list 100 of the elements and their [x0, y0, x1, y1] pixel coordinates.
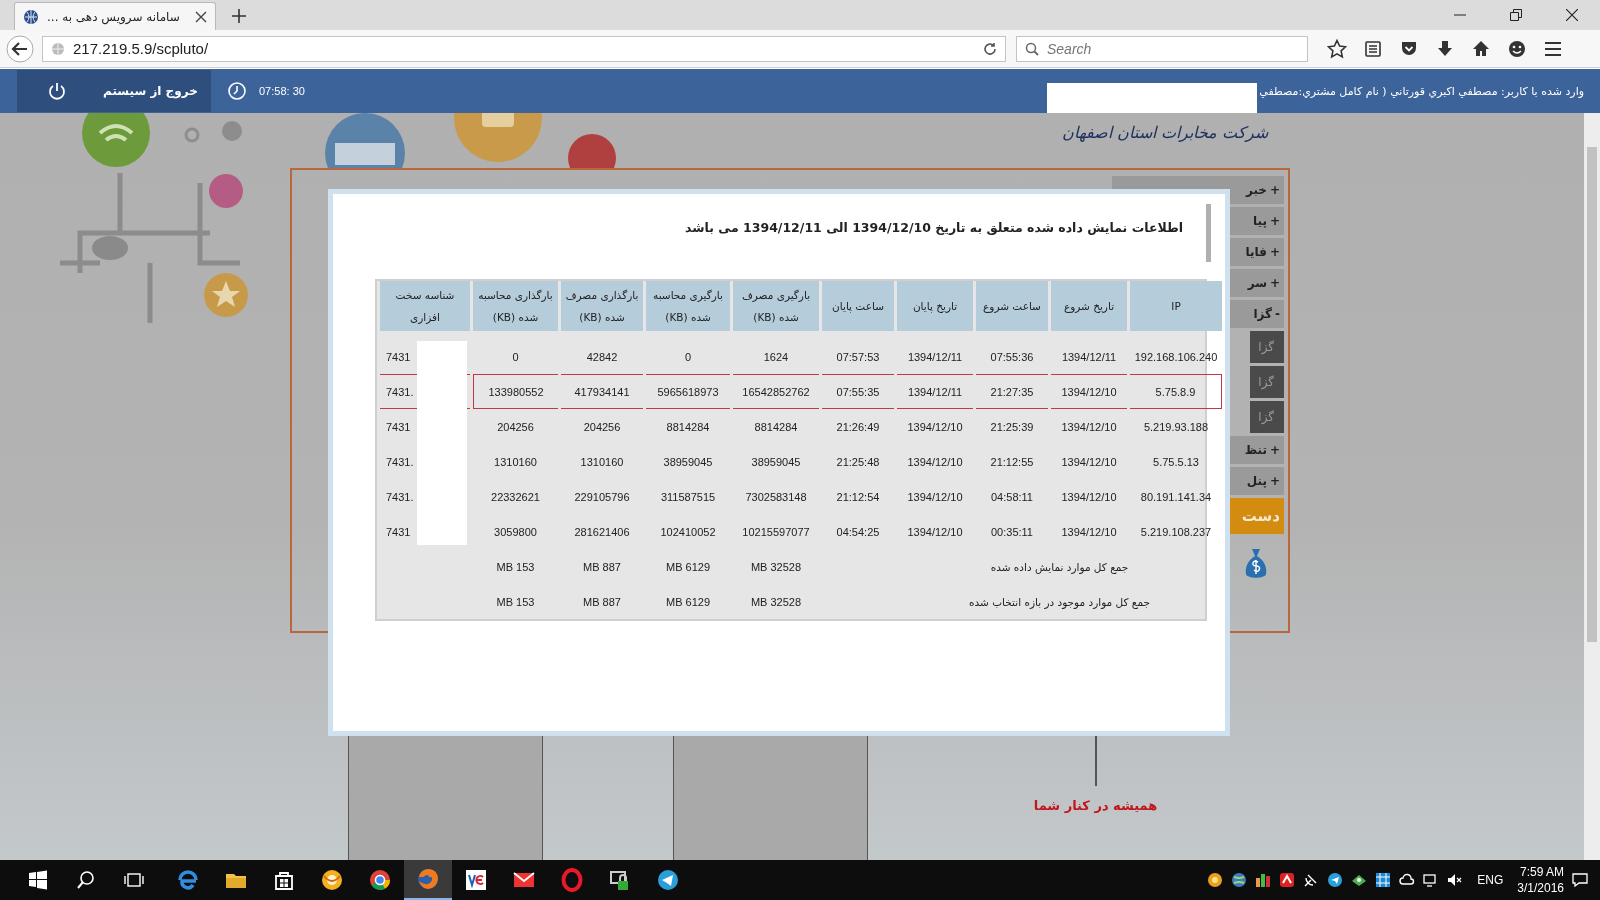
table-cell-text: 21:25:48 [835, 454, 881, 470]
badge-icon[interactable] [1279, 872, 1296, 888]
orb-icon [320, 868, 344, 892]
clock-time: 07:58: 30 [259, 85, 305, 97]
column-header[interactable]: ساعت شروع [976, 281, 1048, 331]
expand-sign[interactable]: + [1269, 214, 1280, 228]
ring-icon [560, 868, 584, 892]
column-header[interactable]: بارگیری محاسبه شده (KB) [646, 281, 730, 331]
table-cell: 417934141 [561, 374, 643, 409]
table-cell-text: 22332621 [490, 489, 541, 505]
table-cell-text: 1394/12/10 [906, 489, 964, 505]
orb-icon[interactable] [1207, 872, 1224, 888]
table-cell-text: 7431 [385, 349, 412, 365]
table-cell-text: 102410052 [659, 524, 717, 540]
globe-icon[interactable] [1231, 872, 1248, 888]
back-button[interactable] [6, 34, 34, 63]
scrollbar-thumb[interactable] [1206, 204, 1211, 262]
column-header[interactable]: ساعت پایان [822, 281, 894, 331]
table-cell-text: 1394/12/10 [906, 524, 964, 540]
table-cell-text: 1394/12/10 [906, 454, 964, 470]
column-header[interactable]: IP [1130, 281, 1222, 331]
menu-label: گزا [1253, 307, 1272, 321]
tab-title: سامانه سرویس دهی به ... [47, 9, 181, 24]
expand-sign[interactable]: + [1269, 183, 1280, 197]
total-label: جمع کل موارد نمایش داده شده [989, 559, 1130, 576]
table-cell: 16542852762 [733, 374, 819, 409]
search-field[interactable]: Search [1016, 35, 1308, 62]
table-cell-text: 7431 [385, 419, 412, 435]
table-cell: 21:27:35 [976, 374, 1048, 409]
table-cell-text: 38959045 [662, 454, 714, 470]
notification-icon[interactable] [1572, 872, 1588, 888]
close-icon[interactable] [195, 10, 207, 23]
table-cell-text: 1394/12/11 [906, 349, 964, 365]
total-value: MB 153 [495, 559, 536, 575]
table-cell-text: 07:57:53 [835, 349, 881, 365]
table-cell-text: 10215597077 [741, 524, 811, 540]
expand-sign[interactable]: + [1269, 443, 1280, 457]
menu-label: فایا [1245, 245, 1267, 259]
scrollbar-thumb[interactable] [1587, 147, 1597, 642]
table-cell-text: 21:26:49 [835, 419, 881, 435]
address-field[interactable]: 217.219.5.9/scpluto/ [42, 35, 1006, 62]
table-cell-text: 229105796 [573, 489, 631, 505]
column-header[interactable]: بارگذاری مصرف شده (KB) [561, 281, 643, 331]
total-label: جمع کل موارد موجود در بازه انتخاب شده [968, 594, 1151, 611]
home-icon[interactable] [1471, 38, 1491, 59]
clock-icon [227, 81, 247, 101]
menu-label: خبر [1245, 183, 1267, 197]
table-cell-text: 8814284 [665, 419, 711, 435]
table-cell-text: 0 [683, 349, 693, 365]
restore-icon[interactable] [1510, 9, 1522, 21]
search-icon[interactable] [76, 870, 96, 890]
table-cell: 133980552 [473, 374, 558, 409]
table-cell: 1394/12/11 [897, 374, 973, 409]
table-cell-text: 1394/12/10 [1060, 454, 1118, 470]
column-header[interactable]: تاریخ شروع [1051, 281, 1127, 331]
table-cell: 1394/12/10 [1051, 374, 1127, 409]
table-cell: 5.75.8.9 [1130, 374, 1222, 409]
speaker-icon[interactable] [1447, 872, 1464, 888]
expand-sign[interactable]: + [1269, 245, 1280, 259]
table-cell-text: 281621406 [573, 524, 631, 540]
plus-icon[interactable] [232, 9, 246, 23]
globe-icon [23, 8, 39, 25]
menu-label: سر [1247, 276, 1267, 290]
bar-chart-icon[interactable] [1255, 872, 1272, 888]
star-icon[interactable] [1327, 38, 1347, 59]
table-cell-text: 3059800 [493, 524, 538, 540]
expand-sign[interactable]: - [1275, 307, 1280, 321]
table-cell-text: 5.219.108.237 [1139, 524, 1213, 540]
column-header[interactable]: بارگذاری محاسبه شده (KB) [473, 281, 558, 331]
taskbar-clock[interactable]: 7:59 AM 3/1/2016 [1517, 864, 1564, 896]
smiley-icon[interactable] [1507, 38, 1527, 59]
task-view-icon[interactable] [124, 870, 144, 890]
close-icon[interactable] [1566, 9, 1578, 21]
network-icon[interactable] [1351, 872, 1368, 888]
expand-sign[interactable]: + [1269, 276, 1280, 290]
table-cell-text: 7431. [385, 454, 415, 470]
column-header[interactable]: شناسه سخت افزاری [380, 281, 470, 331]
scrollbar[interactable] [1584, 113, 1600, 860]
windows-icon[interactable] [28, 870, 48, 890]
search-input[interactable]: Search [1045, 39, 1289, 58]
grid-icon[interactable] [1375, 872, 1392, 888]
table-cell-text: 0 [511, 349, 520, 365]
table-cell-text: 00:35:11 [990, 524, 1034, 540]
dialog-title: اطلاعات نمایش داده شده متعلق به تاریخ 1394/12/10 الی 1394/12/11 می باشد [684, 220, 1184, 235]
menu-label: تنظ [1244, 443, 1267, 457]
column-header[interactable]: بارگیری مصرف شده (KB) [733, 281, 819, 331]
paper-plane-icon[interactable] [1327, 872, 1344, 888]
reload-icon[interactable] [983, 41, 997, 56]
expand-sign[interactable]: + [1269, 474, 1280, 488]
logout-button[interactable]: خروج از سیستم [17, 70, 211, 112]
table-cell-text: 04:54:25 [835, 524, 881, 540]
table-cell-text: 1394/12/10 [1060, 489, 1118, 505]
table-cell-text: 21:25:39 [989, 419, 1035, 435]
cloud-icon[interactable] [1399, 872, 1416, 888]
total-value: MB 153 [495, 594, 536, 610]
browser-tab[interactable]: سامانه سرویس دهی به ... [14, 2, 216, 30]
language-indicator[interactable]: ENG [1477, 873, 1504, 887]
column-header[interactable]: تاریخ پایان [897, 281, 973, 331]
reading-list-icon[interactable] [1363, 38, 1383, 59]
table-cell-text: 5.75.5.13 [1152, 454, 1200, 470]
